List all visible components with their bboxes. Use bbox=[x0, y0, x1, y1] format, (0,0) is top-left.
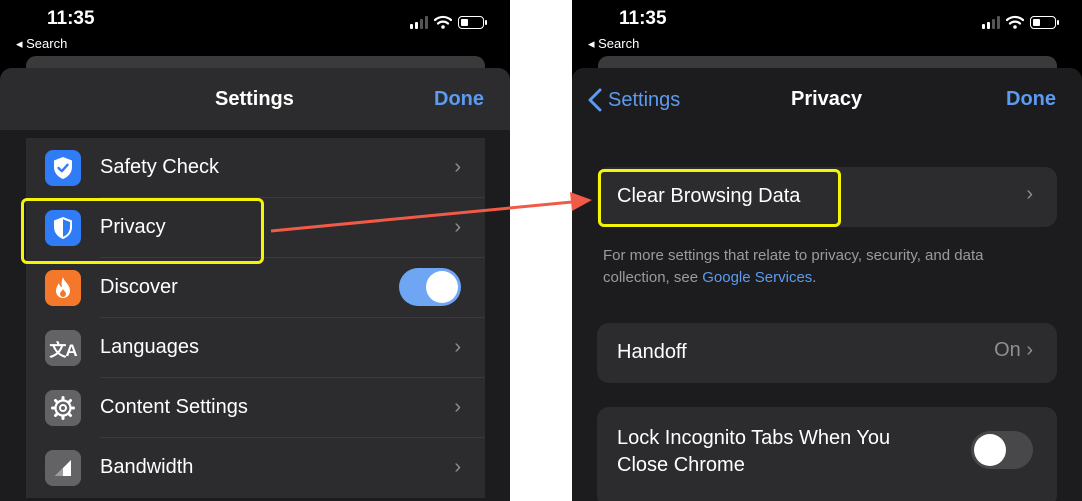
battery-icon bbox=[1030, 16, 1059, 29]
privacy-footnote: For more settings that relate to privacy… bbox=[603, 245, 1043, 289]
settings-item-label: Content Settings bbox=[100, 396, 248, 418]
cellular-signal-icon bbox=[982, 16, 1000, 29]
settings-item-content-settings[interactable]: Content Settings › bbox=[26, 378, 485, 438]
settings-item-discover[interactable]: Discover bbox=[26, 258, 485, 318]
settings-item-safety-check[interactable]: Safety Check › bbox=[26, 138, 485, 198]
done-button[interactable]: Done bbox=[1006, 88, 1056, 111]
chevron-left-icon bbox=[588, 88, 602, 112]
toggle-knob bbox=[426, 271, 458, 303]
translate-icon: 文A bbox=[45, 330, 81, 366]
gear-icon bbox=[45, 390, 81, 426]
chevron-right-icon: › bbox=[454, 156, 461, 178]
flame-icon bbox=[45, 270, 81, 306]
privacy-highlight-box bbox=[21, 198, 264, 264]
chevron-right-icon: › bbox=[454, 456, 461, 478]
lock-label-line1: Lock Incognito Tabs When You bbox=[617, 427, 891, 449]
lock-label-line2: Close Chrome bbox=[617, 454, 745, 476]
settings-list: Safety Check › Privacy › Discover 文A Lan… bbox=[26, 138, 485, 498]
done-button[interactable]: Done bbox=[434, 88, 484, 111]
discover-toggle[interactable] bbox=[399, 268, 461, 306]
wifi-icon bbox=[434, 15, 452, 29]
handoff-row[interactable]: Handoff On › bbox=[597, 323, 1057, 383]
cellular-signal-icon bbox=[410, 16, 428, 29]
wifi-icon bbox=[1006, 15, 1024, 29]
clear-browsing-data-highlight-box bbox=[598, 169, 841, 227]
battery-icon bbox=[458, 16, 487, 29]
back-label: Settings bbox=[608, 88, 681, 111]
handoff-value: On › bbox=[994, 339, 1033, 362]
lock-incognito-row: Lock Incognito Tabs When You Close Chrom… bbox=[597, 407, 1057, 501]
chevron-right-icon: › bbox=[454, 336, 461, 358]
status-back-link[interactable]: ◂ Search bbox=[588, 36, 639, 52]
signal-icon bbox=[45, 450, 81, 486]
settings-item-label: Discover bbox=[100, 276, 178, 298]
page-title: Settings bbox=[215, 88, 294, 110]
status-icons bbox=[982, 15, 1059, 29]
lock-incognito-toggle[interactable] bbox=[971, 431, 1033, 469]
chevron-right-icon: › bbox=[1026, 183, 1033, 205]
handoff-value-text: On bbox=[994, 339, 1021, 361]
chevron-right-icon: › bbox=[454, 396, 461, 418]
privacy-screen: 11:35 ◂ Search Settings Privacy Done Cle… bbox=[572, 0, 1082, 501]
chevron-right-icon: › bbox=[1026, 339, 1033, 361]
lock-incognito-label: Lock Incognito Tabs When You Close Chrom… bbox=[617, 425, 890, 479]
back-to-settings-button[interactable]: Settings bbox=[588, 88, 680, 112]
page-title: Privacy bbox=[791, 88, 863, 110]
toggle-knob bbox=[974, 434, 1006, 466]
settings-item-label: Safety Check bbox=[100, 156, 219, 178]
shield-check-icon bbox=[45, 150, 81, 186]
status-icons bbox=[410, 15, 487, 29]
google-services-link[interactable]: Google Services bbox=[702, 269, 812, 286]
status-time: 11:35 bbox=[47, 8, 95, 29]
status-time: 11:35 bbox=[619, 8, 667, 29]
settings-item-languages[interactable]: 文A Languages › bbox=[26, 318, 485, 378]
settings-item-label: Languages bbox=[100, 336, 199, 358]
settings-screen: 11:35 ◂ Search Settings Done Safety Chec… bbox=[0, 0, 510, 501]
status-back-link[interactable]: ◂ Search bbox=[16, 36, 67, 52]
handoff-label: Handoff bbox=[617, 341, 687, 363]
settings-item-label: Bandwidth bbox=[100, 456, 194, 478]
footnote-end: . bbox=[812, 269, 817, 286]
settings-item-bandwidth[interactable]: Bandwidth › bbox=[26, 438, 485, 498]
chevron-right-icon: › bbox=[454, 216, 461, 238]
